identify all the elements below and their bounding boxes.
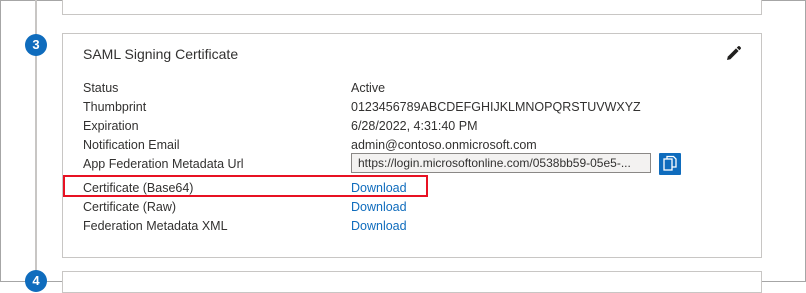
previous-step-card [62,0,762,15]
row-status: Status Active [83,79,743,97]
app-federation-metadata-url-label: App Federation Metadata Url [83,157,244,171]
row-notification-email: Notification Email admin@contoso.onmicro… [83,136,743,154]
next-step-card [62,271,762,293]
copy-icon [663,155,677,171]
status-label: Status [83,81,119,95]
card-title: SAML Signing Certificate [83,46,239,62]
row-app-federation-metadata-url: App Federation Metadata Url https://logi… [83,153,743,175]
row-thumbprint: Thumbprint 0123456789ABCDEFGHIJKLMNOPQRS… [83,98,743,116]
federation-metadata-xml-label: Federation Metadata XML [83,219,228,233]
certificate-raw-download-link[interactable]: Download [351,198,407,216]
thumbprint-value: 0123456789ABCDEFGHIJKLMNOPQRSTUVWXYZ [351,100,641,114]
row-certificate-raw: Certificate (Raw) Download [83,198,743,216]
row-expiration: Expiration 6/28/2022, 4:31:40 PM [83,117,743,135]
saml-signing-certificate-card: SAML Signing Certificate Status Active T… [62,33,762,258]
row-federation-metadata-xml: Federation Metadata XML Download [83,217,743,235]
certificate-raw-label: Certificate (Raw) [83,200,177,214]
metadata-url-field[interactable]: https://login.microsoftonline.com/0538bb… [351,153,651,173]
status-value: Active [351,81,386,95]
copy-to-clipboard-button[interactable] [659,153,681,175]
highlight-box [63,175,428,197]
expiration-label: Expiration [83,119,139,133]
notification-email-label: Notification Email [83,138,180,152]
next-step-number-badge: 4 [25,270,47,292]
notification-email-value: admin@contoso.onmicrosoft.com [351,138,537,152]
pencil-icon[interactable] [723,44,743,64]
federation-metadata-xml-download-link[interactable]: Download [351,217,407,235]
step-number-badge: 3 [25,34,47,56]
thumbprint-label: Thumbprint [83,100,147,114]
expiration-value: 6/28/2022, 4:31:40 PM [351,119,478,133]
